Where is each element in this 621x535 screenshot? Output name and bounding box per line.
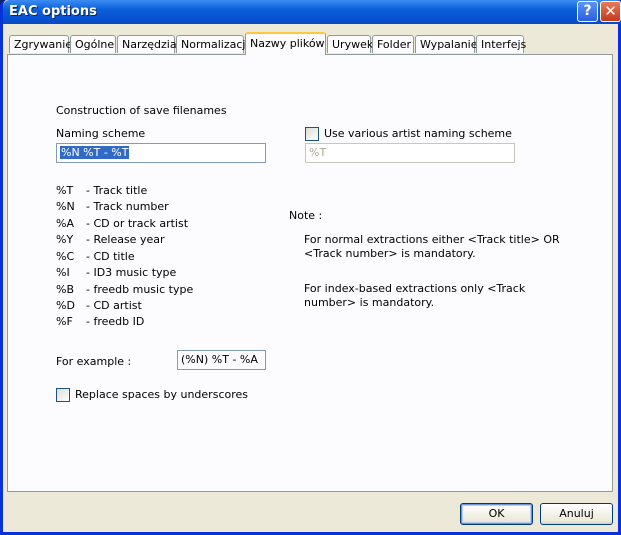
code-year-desc: - Release year bbox=[86, 233, 165, 246]
various-artist-scheme-input: %T bbox=[305, 143, 515, 163]
code-track-number: %N bbox=[56, 200, 75, 213]
tab-wypalanie[interactable]: Wypalanie bbox=[415, 35, 478, 53]
example-label: For example : bbox=[56, 355, 132, 368]
help-button[interactable]: ? bbox=[577, 1, 598, 22]
eac-options-window: EAC options ? ✕ Zgrywanie Ogólne Narzędz… bbox=[0, 0, 621, 535]
code-track-title: %T bbox=[56, 184, 74, 197]
code-year: %Y bbox=[56, 233, 74, 246]
tab-nazwy-plikow[interactable]: Nazwy plików bbox=[245, 32, 326, 55]
naming-scheme-label: Naming scheme bbox=[56, 127, 146, 140]
tab-normalizacja[interactable]: Normalizacja bbox=[176, 35, 252, 53]
window-title: EAC options bbox=[9, 4, 97, 19]
note-index-extractions: For index-based extractions only <Track … bbox=[304, 282, 526, 309]
tab-urywek[interactable]: Urywek bbox=[327, 35, 373, 53]
code-track-title-desc: - Track title bbox=[86, 184, 148, 197]
various-artist-label: Use various artist naming scheme bbox=[324, 127, 512, 140]
code-cd-title-desc: - CD title bbox=[86, 250, 135, 263]
naming-scheme-input[interactable]: %N %T - %T bbox=[56, 143, 266, 163]
code-freedb-type: %B bbox=[56, 283, 74, 296]
title-bar[interactable]: EAC options ? ✕ bbox=[3, 0, 621, 24]
code-freedb-type-desc: - freedb music type bbox=[86, 283, 194, 296]
code-cd-title: %C bbox=[56, 250, 75, 263]
filename-options-panel: Construction of save filenames Naming sc… bbox=[7, 54, 613, 492]
replace-spaces-checkbox[interactable] bbox=[56, 388, 70, 402]
code-freedb-id-desc: - freedb ID bbox=[86, 315, 145, 328]
tab-narzedzia[interactable]: Narzędzia bbox=[117, 35, 177, 53]
close-button[interactable]: ✕ bbox=[600, 1, 621, 22]
cancel-button[interactable]: Anuluj bbox=[540, 503, 613, 525]
tab-ogolne[interactable]: Ogólne bbox=[70, 35, 116, 53]
code-cd-artist-desc: - CD artist bbox=[86, 299, 142, 312]
naming-scheme-value: %N %T - %T bbox=[60, 146, 130, 159]
code-artist: %A bbox=[56, 217, 74, 230]
code-freedb-id: %F bbox=[56, 315, 73, 328]
code-cd-artist: %D bbox=[56, 299, 75, 312]
code-artist-desc: - CD or track artist bbox=[86, 217, 189, 230]
note-label: Note : bbox=[289, 209, 323, 222]
tab-zgrywanie[interactable]: Zgrywanie bbox=[9, 35, 72, 53]
code-id3-type: %I bbox=[56, 266, 70, 279]
replace-spaces-label: Replace spaces by underscores bbox=[75, 388, 248, 401]
tab-interfejs[interactable]: Interfejs bbox=[476, 35, 526, 53]
various-artist-checkbox[interactable] bbox=[305, 127, 319, 141]
note-normal-extractions: For normal extractions either <Track tit… bbox=[304, 233, 560, 260]
section-title: Construction of save filenames bbox=[56, 104, 227, 117]
example-output: (%N) %T - %A bbox=[177, 350, 266, 370]
code-id3-type-desc: - ID3 music type bbox=[86, 266, 177, 279]
ok-button[interactable]: OK bbox=[460, 503, 533, 525]
tab-folder[interactable]: Folder bbox=[372, 35, 414, 53]
code-track-number-desc: - Track number bbox=[86, 200, 169, 213]
